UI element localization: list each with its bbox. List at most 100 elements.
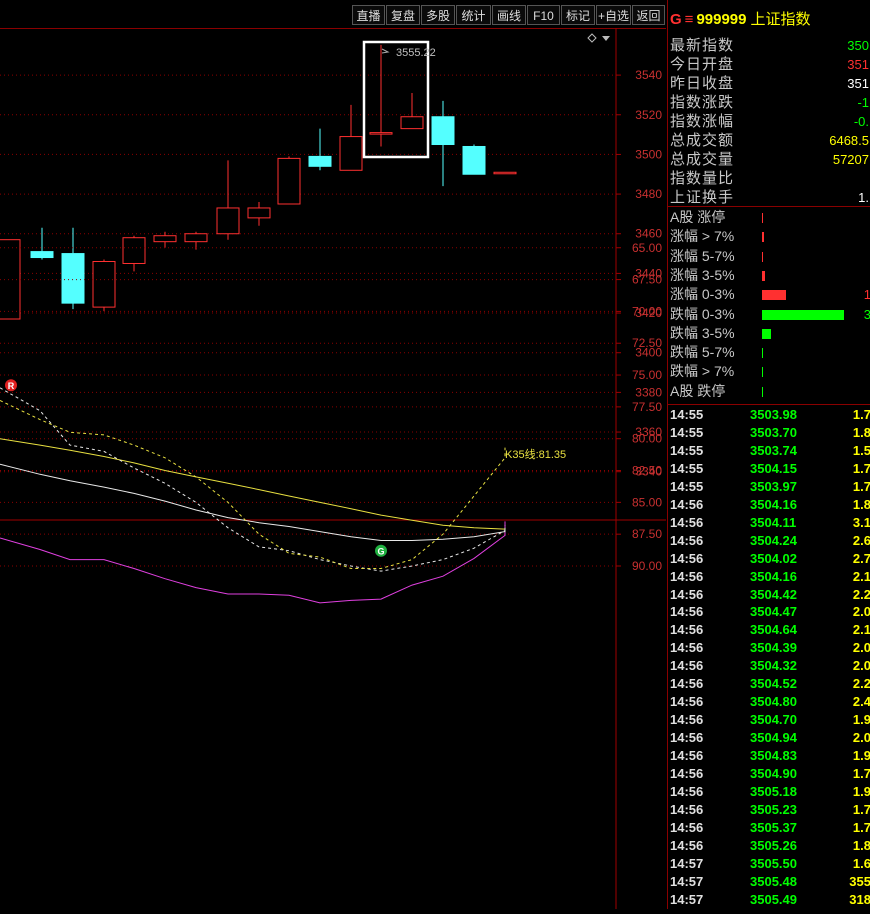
toolbar-button-1[interactable]: 复盘 [386,5,420,25]
tick-price: 3504.42 [750,586,797,602]
stat-row: 指数涨跌 -1 [668,93,870,112]
tick-volume: 1.8 [852,424,870,440]
chart-area[interactable]: 3540 3520 3500 3480 3460 3440 3420 3400 3380 3360… [0,28,666,909]
tick-volume: 2.6 [852,532,870,548]
candle-body[interactable] [493,171,517,175]
price-tick-label: 3520 [635,108,662,122]
tick-price: 3504.11 [750,514,797,530]
g-mark: G [670,11,682,28]
indicator-tick-label: 87.50 [632,527,662,541]
candle-body[interactable] [277,157,301,205]
price-tick-label: 3380 [635,385,662,399]
toolbar-button-6[interactable]: 标记 [561,5,595,25]
tick-time: 14:56 [670,783,704,799]
toolbar-button-8[interactable]: 返回 [632,5,665,25]
tick-price: 3504.16 [750,568,797,584]
breadth-label: 跌幅 5-7% [670,344,735,361]
tick-row: 14:56 3504.70 1.9 [668,711,870,729]
candle-body[interactable] [184,233,208,243]
price-tick-label: 3460 [635,227,662,241]
stat-value: -0. [853,114,869,129]
menu-icon[interactable]: ≡ [685,11,694,28]
chart-canvas[interactable]: 3540352035003480346034403420340033803360… [0,28,666,909]
tick-row: 14:56 3505.23 1.7 [668,801,870,819]
tick-volume: 1.9 [852,748,870,764]
stat-row: 指数涨幅 -0. [668,112,870,131]
toolbar-button-4[interactable]: 画线 [492,5,526,25]
tick-price: 3505.26 [750,837,797,853]
stat-value: 351 [847,57,869,72]
toolbar-button-2[interactable]: 多股 [421,5,455,25]
breadth-count: 1 [864,285,870,304]
tick-time: 14:56 [670,819,704,835]
stat-value: 57207 [832,152,869,167]
tick-row: 14:56 3504.64 2.1 [668,621,870,639]
breadth-bar [762,348,763,359]
tick-volume: 3.1 [852,514,870,530]
candle-body[interactable] [462,145,486,175]
indicator-line-white-dashed [0,387,506,572]
tick-volume: 2.0 [852,604,870,620]
candle-body[interactable] [431,116,455,146]
tick-time: 14:56 [670,676,704,692]
breadth-row: 涨幅 > 7% [668,227,870,246]
candle-body[interactable] [369,132,393,135]
stat-value: -1 [857,95,869,110]
candle-body[interactable] [122,237,146,264]
candle-body[interactable] [247,207,271,219]
tick-volume: 1.8 [852,837,870,853]
highlight-box [362,40,430,159]
tick-time: 14:55 [670,424,704,440]
breadth-row: 跌幅 5-7% [668,343,870,362]
candle-body[interactable] [400,116,424,130]
candle-body[interactable] [153,235,177,243]
section-divider [668,404,870,405]
breadth-row: A股 跌停 [668,382,870,401]
tick-row: 14:56 3504.16 2.1 [668,568,870,586]
candle-body[interactable] [308,155,332,167]
tick-row: 14:56 3504.83 1.9 [668,747,870,765]
tick-row: 14:57 3505.49 318 [668,891,870,909]
breadth-label: 涨幅 5-7% [670,247,735,264]
tick-price: 3504.39 [750,640,797,656]
indicator-line-yellow [0,438,506,530]
candle-body[interactable] [61,253,85,304]
tick-row: 14:56 3504.39 2.0 [668,639,870,657]
stat-label: 指数涨幅 [670,113,735,130]
toolbar-button-5[interactable]: F10 [527,5,560,25]
tick-time: 14:56 [670,550,704,566]
price-tick-label: 3500 [635,147,662,161]
expand-triangle-icon[interactable] [602,36,610,41]
tick-volume: 318 [849,891,870,907]
tick-price: 3505.49 [750,891,797,907]
tick-price: 3503.98 [750,407,797,422]
candle-body[interactable] [339,136,363,171]
breadth-row: 涨幅 0-3% 1 [668,285,870,304]
candle-body[interactable] [30,251,54,259]
stat-row: 指数量比 [668,169,870,188]
g-marker-label: G [377,547,384,557]
tick-row: 14:56 3505.37 1.7 [668,819,870,837]
tick-price: 3504.70 [750,712,797,728]
section-divider [668,206,870,207]
tick-time: 14:56 [670,730,704,746]
diamond-icon[interactable] [587,33,597,43]
breadth-label: 涨幅 3-5% [670,266,735,283]
stat-label: 最新指数 [670,37,735,54]
tick-volume: 2.2 [852,586,870,602]
toolbar-button-0[interactable]: 直播 [352,5,385,25]
chart-toolbar: 直播 复盘 多股 统计 画线 F10 标记 +自选 返回 [0,0,666,29]
toolbar-button-7[interactable]: +自选 [596,5,631,25]
breadth-label: A股 涨停 [670,209,726,225]
tick-price: 3504.47 [750,604,797,620]
tick-row: 14:56 3504.24 2.6 [668,532,870,550]
breadth-bar [762,251,763,262]
tick-row: 14:57 3505.50 1.6 [668,855,870,873]
toolbar-button-3[interactable]: 统计 [456,5,491,25]
tick-time: 14:56 [670,837,704,853]
candle-body[interactable] [216,207,240,235]
candle-body[interactable] [92,261,116,308]
tick-price: 3504.24 [750,532,797,548]
breadth-label: 跌幅 3-5% [670,324,735,341]
breadth-row: A股 涨停 [668,208,870,227]
